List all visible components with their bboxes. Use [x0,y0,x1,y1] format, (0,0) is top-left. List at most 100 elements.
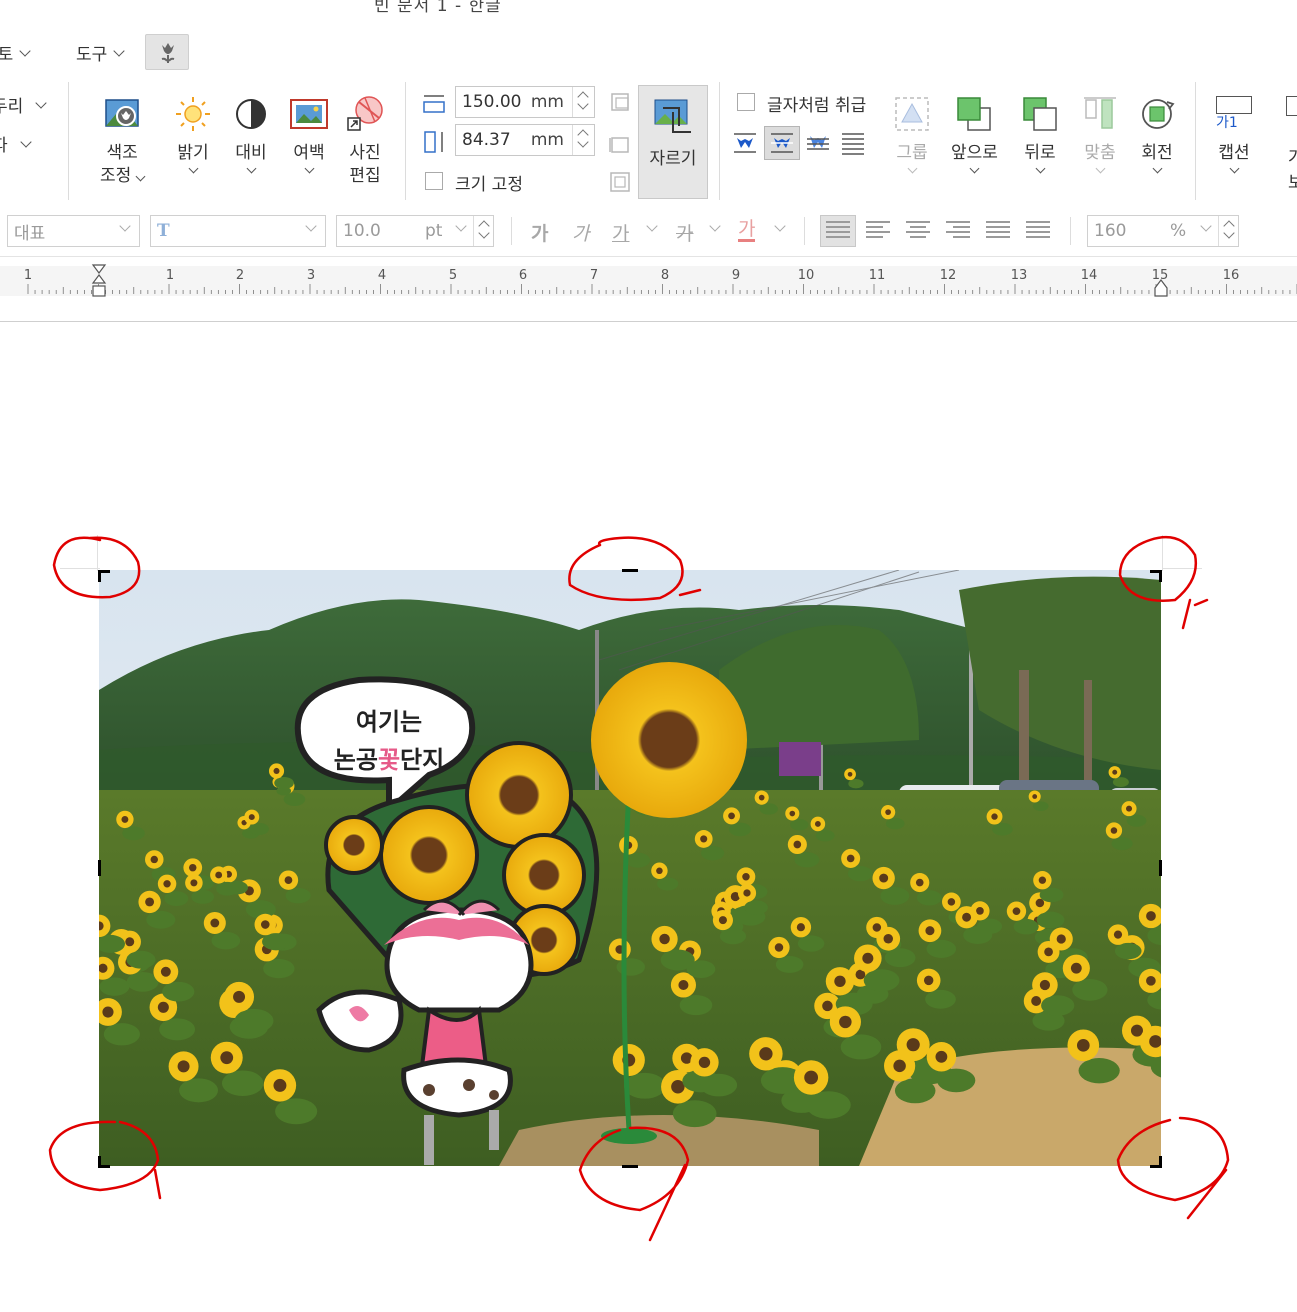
selection-handle-left[interactable] [98,860,101,876]
sunflower-center [1076,1038,1090,1052]
chevron-down-icon [1152,163,1162,174]
chevron-down-icon[interactable] [774,220,786,232]
group-button[interactable]: 그룹 [892,94,932,174]
size-height-icon[interactable] [608,132,632,156]
selection-handle-bottom-left-v[interactable] [98,1156,101,1168]
height-stepper[interactable] [572,125,594,155]
size-width-icon[interactable] [608,90,632,114]
contrast-label: 대비 [235,143,267,163]
font-select[interactable]: T [150,215,326,247]
sunflower-leaf [794,852,820,868]
sign-text-part-c: 단지 [400,746,444,774]
picture-context-tab[interactable] [145,34,189,70]
align-distribute-icon[interactable] [986,221,1010,241]
align-right-icon[interactable] [946,221,970,241]
font-size-input[interactable]: 10.0 pt [336,215,494,247]
ribbon-cut-label-1: 두리 [0,97,24,117]
selection-handle-bottom-right-v[interactable] [1159,1156,1162,1168]
sunflower-leaf [1036,911,1065,929]
rotate-button[interactable]: 회전 [1137,94,1177,174]
sunflower-leaf [216,881,239,896]
align-button[interactable]: 맞춤 [1080,94,1120,174]
wrap-through-button[interactable] [764,126,800,160]
sunflower-center [834,975,846,987]
chevron-down-icon[interactable] [709,220,721,232]
ribbon-cut-right[interactable]: 가 보 [1286,94,1297,204]
treat-as-char-checkbox[interactable] [737,93,755,111]
contrast-icon [236,99,266,129]
height-input[interactable]: 84.37 mm [455,124,595,156]
italic-button[interactable]: 가 [572,219,589,246]
selection-handle-top-left-v[interactable] [98,570,101,582]
font-color-button[interactable]: 가 [738,219,756,242]
crop-button[interactable]: 자르기 [638,85,708,199]
photo-edit-button[interactable]: 사진 편집 [345,94,385,188]
align-divide-icon[interactable] [1026,221,1050,241]
color-adjust-button[interactable]: 색조 조정 [100,94,146,188]
sunflower-center [163,880,171,888]
sunflower-leaf [885,817,905,830]
sign-text-part-b: 꽃 [378,746,400,774]
align-center-icon[interactable] [906,221,930,241]
wrap-square-icon[interactable] [732,130,758,156]
sunflower-leaf [672,1100,717,1128]
caption-icon: 가1 [1214,94,1254,134]
sunflower-leaf [660,949,695,971]
underline-button[interactable]: 가 [612,219,629,246]
contrast-button[interactable]: 대비 [231,94,271,174]
height-value: 84.37 [462,130,511,150]
width-input[interactable]: 150.00 mm [455,86,595,118]
ribbon-cut-item-1[interactable]: 두리 [0,92,47,117]
align-left-icon[interactable] [866,221,890,241]
margin-button[interactable]: 여백 [289,94,329,174]
right-indent-marker-icon[interactable] [1153,278,1169,298]
sunflower-leaf [179,1078,219,1103]
strikethrough-button[interactable]: 가 [676,219,693,246]
sunflower-center [906,1038,920,1052]
indent-marker-icon[interactable] [91,264,107,298]
line-spacing-input[interactable]: 160 % [1087,215,1239,247]
crop-guide-line [1162,568,1202,569]
sunflower-center [656,867,663,875]
menu-tools[interactable]: 도구 [76,40,125,65]
selected-picture[interactable]: 여기는 논공꽃단지 [99,570,1161,1166]
wrap-front-icon[interactable] [840,130,866,156]
menu-review[interactable]: 검토 [0,40,31,65]
horizontal-ruler[interactable]: 1 1 2 3 4 5 6 7 8 9 10 11 12 13 14 15 16 [0,258,1297,322]
bring-forward-button[interactable]: 앞으로 [951,94,998,174]
sunflower-leaf [1013,918,1039,935]
line-spacing-stepper[interactable] [1218,216,1238,246]
sunflower-center [284,876,293,885]
big-sunflower [591,662,747,818]
font-size-stepper[interactable] [473,216,493,246]
sunflower-center [742,873,750,881]
width-stepper[interactable] [572,87,594,117]
wrap-behind-icon[interactable] [805,130,831,156]
sunflower-leaf [700,1073,738,1097]
sunflower-leaf [126,950,156,969]
style-select[interactable]: 대표 [7,215,140,247]
selection-handle-top[interactable] [622,569,638,572]
brightness-button[interactable]: 밝기 [173,94,213,174]
bold-button[interactable]: 가 [531,219,548,246]
ribbon-cut-item-2[interactable]: 파 [0,131,32,156]
caption-button[interactable]: 가1 캡션 [1214,94,1254,174]
ruler-label: 5 [448,268,458,283]
sunflower-center [718,916,727,925]
ruler-label: 1 [165,268,175,283]
sunflower-center [915,878,924,887]
align-justify-button[interactable] [820,215,856,247]
sunflower-center [962,912,972,922]
selection-handle-bottom[interactable] [622,1165,638,1168]
sunflower-center [233,990,246,1003]
ruler-label: 11 [868,268,886,283]
selection-handle-top-right-v[interactable] [1159,570,1162,582]
sunflower-leaf [263,958,295,979]
chevron-down-icon[interactable] [646,220,658,232]
selection-handle-right[interactable] [1159,860,1162,876]
sunflower-leaf [1032,801,1049,812]
fix-size-checkbox[interactable] [425,172,443,190]
send-backward-button[interactable]: 뒤로 [1020,94,1060,174]
sunflower-leaf [1126,814,1147,827]
size-original-icon[interactable] [608,170,632,194]
